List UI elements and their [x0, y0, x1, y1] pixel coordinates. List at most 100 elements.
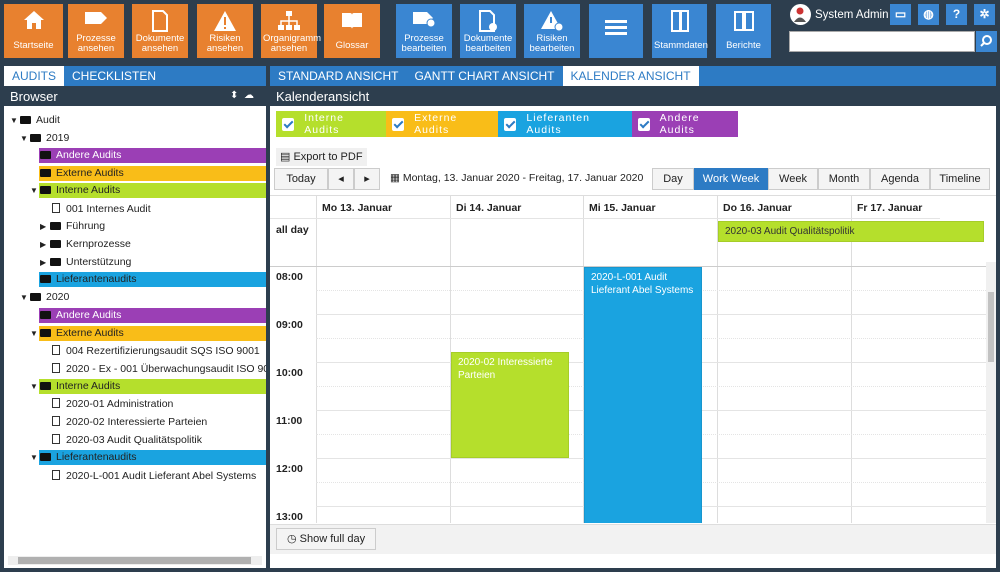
- folder-icon: [50, 240, 61, 248]
- today-button[interactable]: Today: [274, 168, 328, 190]
- org-chart-icon: [261, 4, 317, 34]
- caret-right-icon[interactable]: ▶: [40, 218, 50, 235]
- document-icon: [52, 434, 60, 444]
- view-risks-button[interactable]: Risiken ansehen: [197, 4, 253, 58]
- caret-right-icon[interactable]: ▶: [40, 236, 50, 253]
- caret-down-icon[interactable]: ▼: [30, 325, 40, 342]
- checkbox-checked-icon[interactable]: [282, 117, 295, 131]
- globe-button[interactable]: ◍: [918, 4, 939, 25]
- master-data-button[interactable]: Stammdaten: [652, 4, 708, 58]
- caret-down-icon[interactable]: ▼: [20, 130, 30, 147]
- checkbox-checked-icon[interactable]: [638, 117, 650, 131]
- show-full-day-button[interactable]: ◷ Show full day: [276, 528, 377, 550]
- prev-button[interactable]: ◂: [328, 168, 354, 190]
- settings-button[interactable]: ✲: [974, 4, 995, 25]
- audit-browser-panel: AUDITS CHECKLISTEN Browser ⬍ ☁ ▼ Audit ▼ 2…: [4, 66, 266, 568]
- folder-icon: [40, 311, 51, 319]
- export-pdf-button[interactable]: ▤ Export to PDF: [276, 148, 367, 166]
- caret-down-icon[interactable]: ▼: [30, 378, 40, 395]
- tree-node-audit-l-001[interactable]: 2020-L-001 Audit Lieferant Abel Systems: [52, 468, 256, 485]
- view-work-week[interactable]: Work Week: [694, 168, 768, 190]
- folder-icon: [50, 222, 61, 230]
- checkbox-checked-icon[interactable]: [392, 117, 405, 131]
- reports-button[interactable]: Berichte: [716, 4, 771, 58]
- avatar: [790, 4, 811, 25]
- view-week[interactable]: Week: [768, 168, 818, 190]
- cloud-download-icon[interactable]: ☁: [244, 90, 254, 101]
- scrollbar-thumb[interactable]: [988, 292, 994, 362]
- tree-node-lieferanten-2020[interactable]: ▼ Lieferantenaudits: [30, 449, 137, 466]
- filter-externe-audits[interactable]: Externe Audits: [386, 111, 498, 137]
- search-button[interactable]: [976, 31, 997, 52]
- audit-tree: ▼ Audit ▼ 2019 Andere Audits Externe Audit…: [4, 106, 266, 548]
- caret-down-icon[interactable]: ▼: [30, 449, 40, 466]
- tree-node-audit-ex-001[interactable]: 2020 - Ex - 001 Überwachungsaudit ISO 90…: [52, 361, 266, 378]
- menu-button[interactable]: [589, 4, 643, 58]
- tab-kalender-ansicht[interactable]: KALENDER ANSICHT: [562, 66, 699, 86]
- pin-icon[interactable]: ⬍: [230, 90, 238, 101]
- day-header-do: Do 16. Januar: [723, 202, 792, 214]
- tree-node-externe-2019[interactable]: Externe Audits: [40, 165, 124, 182]
- tab-gantt-chart-ansicht[interactable]: GANTT CHART ANSICHT: [406, 66, 562, 86]
- tree-node-audit-2020-03[interactable]: 2020-03 Audit Qualitätspolitik: [52, 432, 202, 449]
- edit-document-icon: [460, 4, 516, 34]
- caret-right-icon[interactable]: ▶: [40, 254, 50, 271]
- edit-risks-button[interactable]: Risiken bearbeiten: [524, 4, 580, 58]
- filter-interne-audits[interactable]: Interne Audits: [276, 111, 386, 137]
- caret-down-icon[interactable]: ▼: [10, 112, 20, 129]
- tree-node-andere-2019[interactable]: Andere Audits: [40, 147, 121, 164]
- horizontal-scrollbar[interactable]: [8, 556, 262, 565]
- edit-processes-button[interactable]: Prozesse bearbeiten: [396, 4, 452, 58]
- folder-icon: [30, 293, 41, 301]
- help-button[interactable]: ?: [946, 4, 967, 25]
- tree-node-audit[interactable]: ▼ Audit: [10, 112, 60, 129]
- tree-node-audit-2020-01[interactable]: 2020-01 Administration: [52, 396, 173, 413]
- calendar-panel: STANDARD ANSICHT GANTT CHART ANSICHT KAL…: [270, 66, 996, 568]
- tree-node-unterstuetzung[interactable]: ▶ Unterstützung: [40, 254, 131, 271]
- calendar-grid: Mo 13. Januar Di 14. Januar Mi 15. Janua…: [270, 195, 996, 523]
- tree-node-audit-001[interactable]: 001 Internes Audit: [52, 201, 151, 218]
- filter-andere-audits[interactable]: Andere Audits: [632, 111, 738, 137]
- tree-node-2019[interactable]: ▼ 2019: [20, 130, 69, 147]
- tree-node-audit-004[interactable]: 004 Rezertifizierungsaudit SQS ISO 9001: [52, 343, 260, 360]
- view-timeline[interactable]: Timeline: [930, 168, 990, 190]
- view-agenda[interactable]: Agenda: [870, 168, 930, 190]
- search-input[interactable]: [789, 31, 975, 52]
- folder-icon: [40, 382, 51, 390]
- briefcase-button[interactable]: ▭: [890, 4, 911, 25]
- tab-audits[interactable]: AUDITS: [4, 66, 65, 86]
- view-org-chart-button[interactable]: Organigramm ansehen: [261, 4, 321, 58]
- event-interessierte-parteien[interactable]: 2020-02 Interessierte Parteien: [451, 352, 569, 458]
- date-range: ▦ Montag, 13. Januar 2020 - Freitag, 17.…: [390, 172, 644, 184]
- view-processes-button[interactable]: Prozesse ansehen: [68, 4, 124, 58]
- tree-node-interne-2019[interactable]: ▼ Interne Audits: [30, 182, 120, 199]
- home-button[interactable]: Startseite: [4, 4, 63, 58]
- tab-standard-ansicht[interactable]: STANDARD ANSICHT: [270, 66, 406, 86]
- user-menu[interactable]: System Admin: [790, 4, 889, 26]
- tree-node-audit-2020-02[interactable]: 2020-02 Interessierte Parteien: [52, 414, 207, 431]
- filter-lieferanten-audits[interactable]: Lieferanten Audits: [498, 111, 632, 137]
- tab-checklisten[interactable]: CHECKLISTEN: [64, 66, 164, 86]
- view-month[interactable]: Month: [818, 168, 870, 190]
- caret-down-icon[interactable]: ▼: [30, 182, 40, 199]
- tree-node-2020[interactable]: ▼ 2020: [20, 289, 69, 306]
- tree-node-lieferanten-2019[interactable]: Lieferantenaudits: [40, 271, 137, 288]
- day-header-mo: Mo 13. Januar: [322, 202, 393, 214]
- view-day[interactable]: Day: [652, 168, 694, 190]
- tree-node-andere-2020[interactable]: Andere Audits: [40, 307, 121, 324]
- event-lieferant-abel-systems[interactable]: 2020-L-001 Audit Lieferant Abel Systems: [584, 267, 702, 523]
- caret-down-icon[interactable]: ▼: [20, 289, 30, 306]
- checkbox-checked-icon[interactable]: [504, 117, 517, 131]
- tree-node-fuehrung[interactable]: ▶ Führung: [40, 218, 105, 235]
- next-button[interactable]: ▸: [354, 168, 380, 190]
- glossary-button[interactable]: Glossar: [324, 4, 380, 58]
- edit-documents-button[interactable]: Dokumente bearbeiten: [460, 4, 516, 58]
- day-header-di: Di 14. Januar: [456, 202, 522, 214]
- tree-node-kernprozesse[interactable]: ▶ Kernprozesse: [40, 236, 131, 253]
- event-audit-qualitaetspolitik[interactable]: 2020-03 Audit Qualitätspolitik: [718, 221, 984, 242]
- scrollbar-thumb[interactable]: [18, 557, 251, 564]
- vertical-scrollbar[interactable]: [986, 262, 996, 523]
- tree-node-interne-2020[interactable]: ▼ Interne Audits: [30, 378, 120, 395]
- view-documents-button[interactable]: Dokumente ansehen: [132, 4, 188, 58]
- tree-node-externe-2020[interactable]: ▼ Externe Audits: [30, 325, 124, 342]
